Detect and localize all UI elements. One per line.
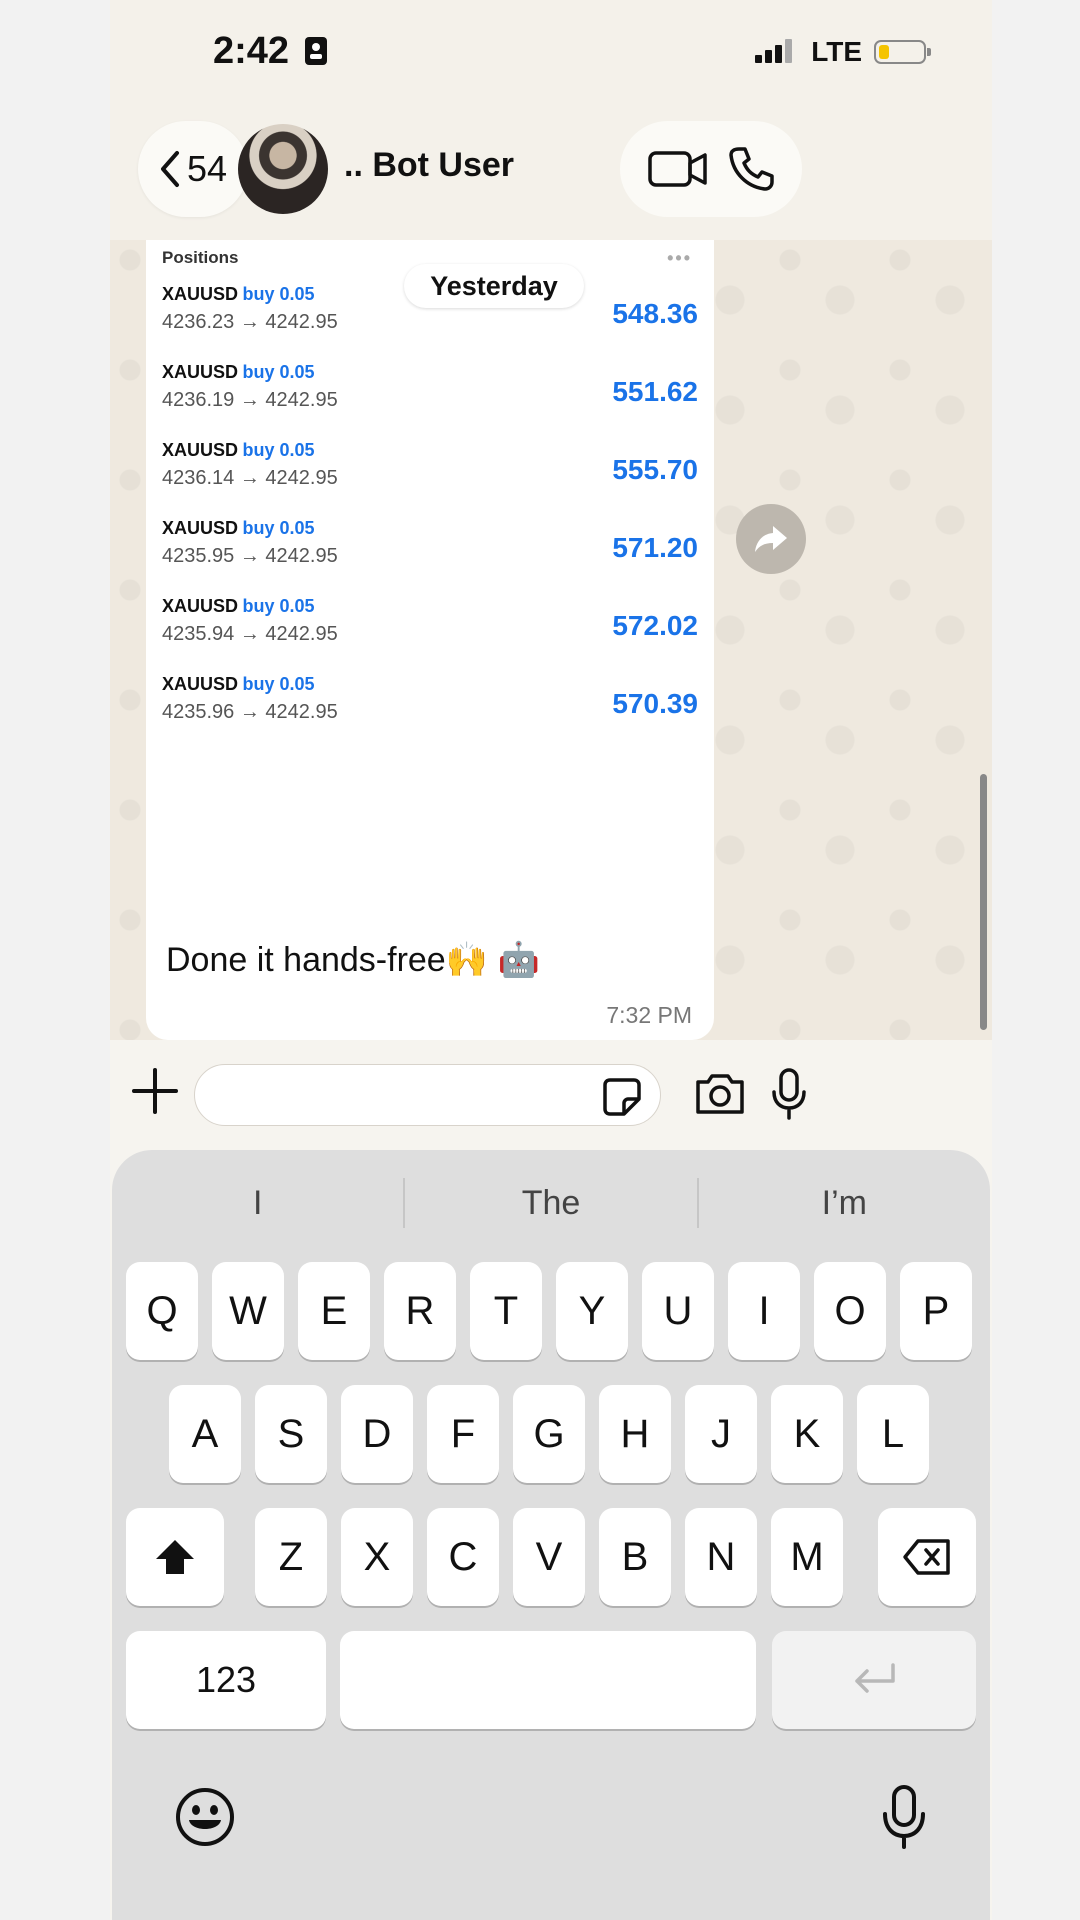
key-l[interactable]: L <box>857 1385 929 1483</box>
microphone-icon[interactable] <box>770 1068 808 1120</box>
scrollbar[interactable] <box>980 774 987 1030</box>
key-f[interactable]: F <box>427 1385 499 1483</box>
key-z[interactable]: Z <box>255 1508 327 1606</box>
keyboard: I The I’m Q W E R T Y U I O P A S D F G … <box>112 1150 990 1920</box>
status-bar: 2:42 LTE <box>110 0 992 110</box>
forward-button[interactable] <box>736 504 806 574</box>
message-input[interactable] <box>194 1064 661 1126</box>
key-w[interactable]: W <box>212 1262 284 1360</box>
position-profit: 551.62 <box>612 376 698 407</box>
return-key[interactable] <box>772 1631 976 1729</box>
backspace-icon <box>903 1539 950 1575</box>
battery-icon <box>874 40 931 64</box>
plus-icon[interactable] <box>130 1066 180 1116</box>
key-h[interactable]: H <box>599 1385 671 1483</box>
backspace-key[interactable] <box>878 1508 976 1606</box>
position-profit: 571.20 <box>612 532 698 563</box>
key-e[interactable]: E <box>298 1262 370 1360</box>
shift-key[interactable] <box>126 1508 224 1606</box>
forward-icon <box>755 526 787 552</box>
network-label: LTE <box>811 36 862 67</box>
id-card-icon <box>304 37 327 65</box>
key-t[interactable]: T <box>470 1262 542 1360</box>
video-call-icon[interactable] <box>647 149 708 189</box>
message-composer <box>110 1040 992 1152</box>
key-j[interactable]: J <box>685 1385 757 1483</box>
position-profit: 572.02 <box>612 610 698 641</box>
phone-screen: 2:42 LTE 54 .. Bot User Positions ••• XA… <box>110 0 992 1920</box>
position-row: XAUUSD buy 0.05 4235.94 → 4242.95 572.02 <box>162 596 698 645</box>
date-separator: Yesterday <box>404 264 584 308</box>
key-a[interactable]: A <box>169 1385 241 1483</box>
position-row: XAUUSD buy 0.05 4235.95 → 4242.95 571.20 <box>162 518 698 567</box>
chat-area[interactable]: Positions ••• XAUUSD buy 0.05 4236.23 → … <box>110 240 992 1040</box>
shift-icon <box>156 1540 194 1574</box>
key-x[interactable]: X <box>341 1508 413 1606</box>
dictation-mic-icon[interactable] <box>880 1784 928 1850</box>
position-profit: 570.39 <box>612 688 698 719</box>
call-actions <box>620 121 802 217</box>
key-i[interactable]: I <box>728 1262 800 1360</box>
more-icon: ••• <box>667 248 692 268</box>
numbers-key[interactable]: 123 <box>126 1631 326 1729</box>
key-n[interactable]: N <box>685 1508 757 1606</box>
contact-name[interactable]: .. Bot User <box>344 146 514 185</box>
position-row: XAUUSD buy 0.05 4235.96 → 4242.95 570.39 <box>162 674 698 723</box>
position-profit: 548.36 <box>612 298 698 329</box>
key-y[interactable]: Y <box>556 1262 628 1360</box>
key-s[interactable]: S <box>255 1385 327 1483</box>
status-time: 2:42 <box>213 30 328 73</box>
camera-icon[interactable] <box>694 1072 746 1116</box>
signal-icon <box>755 39 793 63</box>
return-icon <box>855 1663 895 1693</box>
key-m[interactable]: M <box>771 1508 843 1606</box>
key-d[interactable]: D <box>341 1385 413 1483</box>
key-p[interactable]: P <box>900 1262 972 1360</box>
position-profit: 555.70 <box>612 454 698 485</box>
message-time: 7:32 PM <box>606 1002 692 1028</box>
back-button[interactable]: 54 <box>138 121 248 217</box>
key-u[interactable]: U <box>642 1262 714 1360</box>
key-b[interactable]: B <box>599 1508 671 1606</box>
suggestion-item[interactable]: I’m <box>699 1172 990 1234</box>
suggestion-bar: I The I’m <box>112 1172 990 1234</box>
message-text: Done it hands-free🙌 🤖 <box>166 941 540 979</box>
space-key[interactable] <box>340 1631 756 1729</box>
contact-avatar[interactable] <box>238 124 328 214</box>
message-bubble[interactable]: Positions ••• XAUUSD buy 0.05 4236.23 → … <box>146 240 714 1040</box>
position-row: XAUUSD buy 0.05 4236.14 → 4242.95 555.70 <box>162 440 698 489</box>
suggestion-item[interactable]: The <box>405 1172 696 1234</box>
emoji-icon[interactable] <box>174 1786 236 1848</box>
key-k[interactable]: K <box>771 1385 843 1483</box>
sticker-icon[interactable] <box>602 1077 642 1117</box>
key-g[interactable]: G <box>513 1385 585 1483</box>
unread-count: 54 <box>186 148 228 189</box>
key-c[interactable]: C <box>427 1508 499 1606</box>
chat-header: 54 .. Bot User <box>110 110 992 240</box>
position-row: XAUUSD buy 0.05 4236.19 → 4242.95 551.62 <box>162 362 698 411</box>
key-v[interactable]: V <box>513 1508 585 1606</box>
phone-call-icon[interactable] <box>727 145 775 193</box>
key-q[interactable]: Q <box>126 1262 198 1360</box>
suggestion-item[interactable]: I <box>112 1172 403 1234</box>
key-r[interactable]: R <box>384 1262 456 1360</box>
chevron-left-icon <box>160 151 179 187</box>
key-o[interactable]: O <box>814 1262 886 1360</box>
